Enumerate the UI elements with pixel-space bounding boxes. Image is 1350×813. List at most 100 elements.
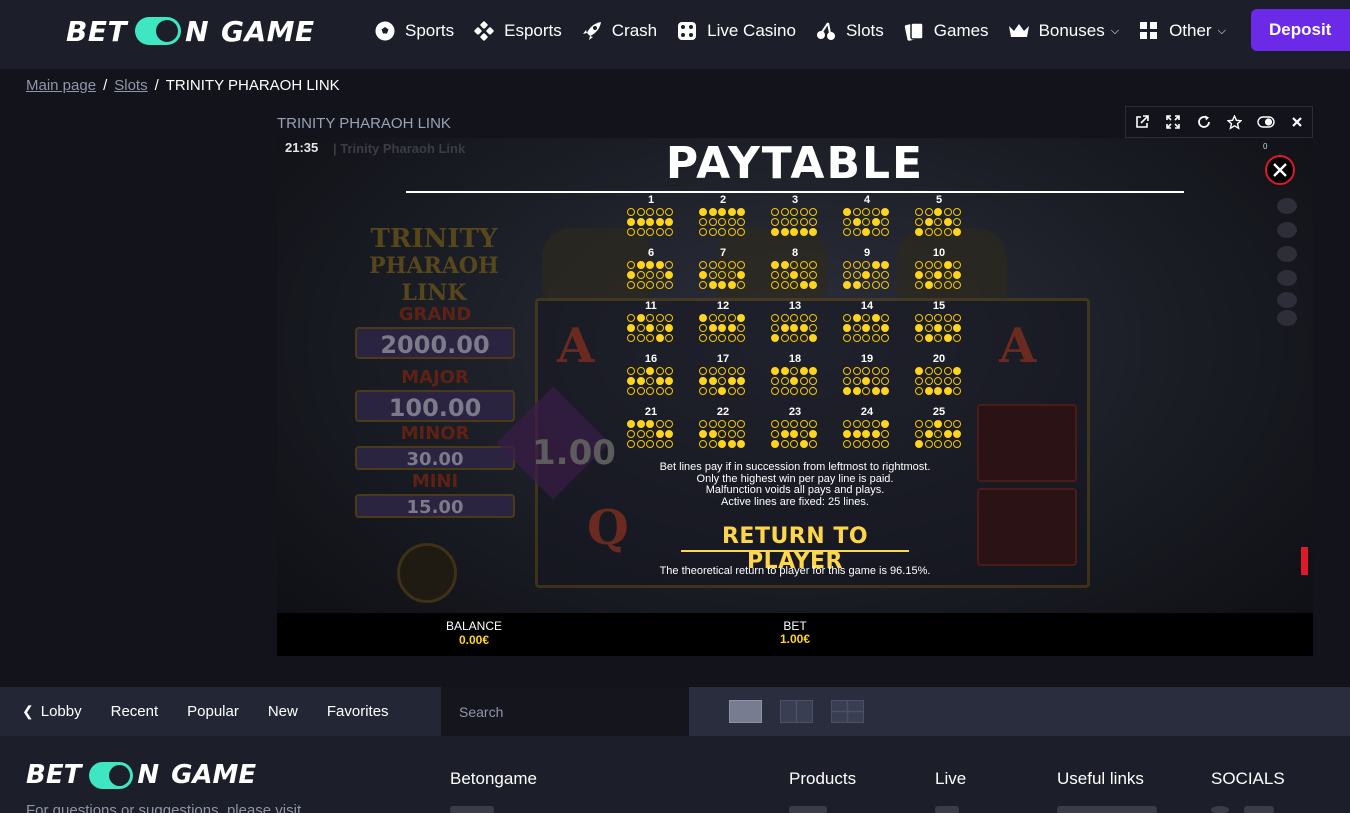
footer-link[interactable] xyxy=(935,806,959,813)
tab-favorites[interactable]: Favorites xyxy=(327,703,389,720)
scroll-indicator[interactable] xyxy=(1301,547,1308,575)
main-nav: Sports Esports Crash Live Casino Slots G… xyxy=(374,0,1245,62)
payline-dot xyxy=(862,218,870,226)
social-icon[interactable] xyxy=(1211,806,1229,813)
payline-dot xyxy=(799,218,808,226)
payline-dot-active xyxy=(852,218,861,226)
breadcrumb-main-page[interactable]: Main page xyxy=(26,77,96,94)
nav-esports[interactable]: Esports xyxy=(473,0,562,62)
site-logo[interactable]: BET N GAME xyxy=(66,14,315,48)
payline-number: 6 xyxy=(647,247,655,259)
payline-dot xyxy=(627,367,635,375)
payline-dot-active xyxy=(809,281,817,289)
search-input[interactable] xyxy=(441,687,689,736)
payline-25: 25 xyxy=(915,406,963,456)
nav-crash[interactable]: Crash xyxy=(581,0,657,62)
payline-number: 25 xyxy=(932,406,946,418)
payline-dot xyxy=(809,440,817,448)
deposit-button[interactable]: Deposit xyxy=(1251,9,1350,51)
payline-dot xyxy=(655,440,664,448)
payline-dot-active xyxy=(809,430,817,438)
tab-new[interactable]: New xyxy=(268,703,298,720)
payline-dot xyxy=(790,281,798,289)
payline-dot xyxy=(881,281,889,289)
payline-dot xyxy=(881,218,889,226)
payline-dot-active xyxy=(943,261,952,269)
payline-22: 22 xyxy=(699,406,747,456)
payline-pattern xyxy=(843,208,891,238)
payline-dot xyxy=(655,387,664,395)
payline-number: 7 xyxy=(719,247,727,259)
bet-label: BET xyxy=(783,619,807,633)
payline-dot xyxy=(934,367,942,375)
payline-dot-active xyxy=(799,228,808,236)
nav-other[interactable]: Other ⌵ xyxy=(1138,0,1226,62)
nav-games[interactable]: Games xyxy=(903,0,989,62)
payline-dot xyxy=(953,261,961,269)
payline-dot xyxy=(737,367,745,375)
reload-icon[interactable] xyxy=(1188,107,1219,137)
close-icon[interactable] xyxy=(1281,107,1312,137)
payline-dot xyxy=(953,387,961,395)
payline-dot-active xyxy=(799,281,808,289)
payline-dot-active xyxy=(924,387,933,395)
payline-dot xyxy=(655,420,664,428)
payline-dot xyxy=(655,271,664,279)
fullscreen-icon[interactable] xyxy=(1157,107,1188,137)
nav-live-casino[interactable]: Live Casino xyxy=(676,0,796,62)
toggle-icon[interactable] xyxy=(1250,107,1281,137)
payline-dot xyxy=(646,271,654,279)
payline-dot-active xyxy=(790,430,798,438)
payline-dot-active xyxy=(790,377,798,385)
payline-dot-active xyxy=(862,430,870,438)
payline-dot xyxy=(636,367,645,375)
payline-dot xyxy=(771,281,779,289)
view-medium-icon[interactable] xyxy=(780,700,813,723)
footer-link[interactable] xyxy=(1244,806,1274,813)
payline-dot-active xyxy=(780,430,789,438)
nav-slots[interactable]: Slots xyxy=(815,0,884,62)
payline-dot-active xyxy=(727,208,736,216)
payline-dot-active xyxy=(862,377,870,385)
payline-dot xyxy=(708,334,717,342)
payline-dot xyxy=(699,367,707,375)
footer-link[interactable] xyxy=(450,806,494,813)
payline-dot xyxy=(699,334,707,342)
footer-link[interactable] xyxy=(1057,806,1157,813)
footer-logo[interactable]: BET N GAME xyxy=(26,760,256,790)
tab-lobby[interactable]: ❮ Lobby xyxy=(22,703,82,720)
nav-label: Slots xyxy=(845,21,884,40)
view-large-icon[interactable] xyxy=(729,700,762,723)
payline-dot xyxy=(699,324,707,332)
payline-dot-active xyxy=(953,430,961,438)
payline-dot-active xyxy=(953,324,961,332)
payline-dot xyxy=(718,218,726,226)
game-frame[interactable]: TRINITY PHARAOH LINK GRAND 2000.00 MAJOR… xyxy=(277,138,1313,656)
payline-dot-active xyxy=(665,271,673,279)
payline-dot xyxy=(699,228,707,236)
payline-dot-active xyxy=(943,430,952,438)
paytable-close-button[interactable] xyxy=(1265,155,1295,185)
payline-dot-active xyxy=(737,271,745,279)
star-icon[interactable] xyxy=(1219,107,1250,137)
nav-bonuses[interactable]: Bonuses ⌵ xyxy=(1008,0,1119,62)
view-small-icon[interactable] xyxy=(831,700,864,723)
payline-dot xyxy=(852,208,861,216)
footer-link[interactable] xyxy=(789,806,827,813)
payline-pattern xyxy=(699,261,747,291)
payline-dot xyxy=(627,228,635,236)
tab-popular[interactable]: Popular xyxy=(187,703,239,720)
external-link-icon[interactable] xyxy=(1126,107,1157,137)
nav-sports[interactable]: Sports xyxy=(374,0,454,62)
payline-dot xyxy=(953,420,961,428)
payline-dot-active xyxy=(934,420,942,428)
payline-pattern xyxy=(699,208,747,238)
tab-recent[interactable]: Recent xyxy=(111,703,159,720)
payline-dot xyxy=(718,261,726,269)
payline-dot xyxy=(780,387,789,395)
payline-dot xyxy=(915,377,923,385)
payline-dot xyxy=(934,440,942,448)
payline-dot xyxy=(646,387,654,395)
breadcrumb-slots[interactable]: Slots xyxy=(114,77,147,94)
payline-dot-active xyxy=(627,218,635,226)
